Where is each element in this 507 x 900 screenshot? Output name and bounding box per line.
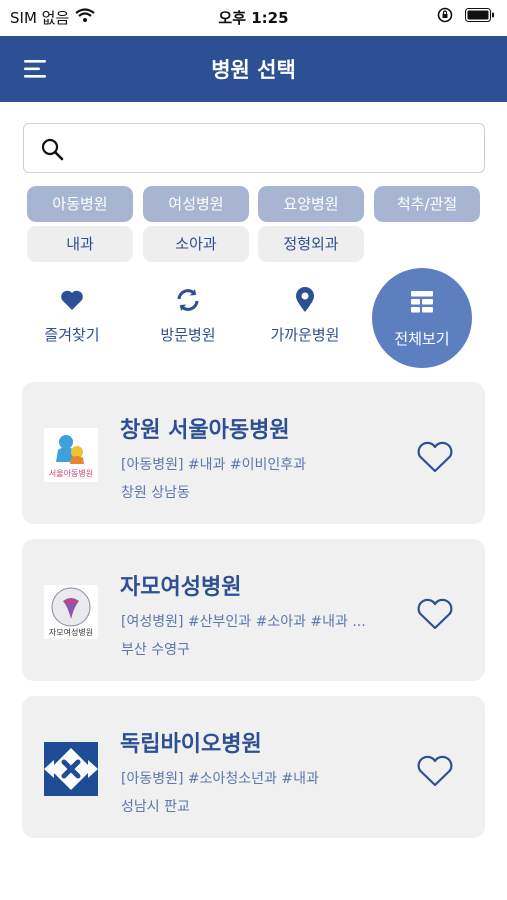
page-title: 병원 선택: [211, 58, 296, 82]
hospital-logo: 서울아동병원: [44, 428, 98, 482]
orientation-lock-icon: [437, 7, 453, 27]
chip-women-hospital[interactable]: 여성병원: [143, 186, 249, 222]
chip-internal-medicine[interactable]: 내과: [27, 226, 133, 262]
quick-favorites[interactable]: 즐겨찾기: [17, 282, 127, 345]
hospital-card[interactable]: 자모여성병원 자모여성병원 [여성병원] #산부인과 #소아과 #내과 ... …: [22, 539, 485, 681]
status-time: 오후 1:25: [218, 9, 289, 27]
hospital-card[interactable]: 서울아동병원 창원 서울아동병원 [아동병원] #내과 #이비인후과 창원 상남…: [22, 382, 485, 524]
quick-view-all-label: 전체보기: [394, 330, 450, 348]
hospital-location: 창원 상남동: [121, 485, 190, 501]
hospital-location: 부산 수영구: [121, 642, 190, 658]
chip-spine-joint[interactable]: 척추/관절: [374, 186, 480, 222]
favorite-heart-icon[interactable]: [416, 440, 454, 474]
hospital-tags: [아동병원] #내과 #이비인후과: [121, 457, 306, 473]
hospital-location: 성남시 판교: [121, 799, 190, 815]
quick-favorites-label: 즐겨찾기: [44, 326, 100, 344]
quick-visited[interactable]: 방문병원: [133, 282, 243, 345]
quick-view-all[interactable]: 전체보기: [372, 268, 472, 368]
hospital-logo: [44, 742, 98, 796]
hospital-logo: 자모여성병원: [44, 585, 98, 639]
hospital-tags: [여성병원] #산부인과 #소아과 #내과 ...: [121, 614, 366, 630]
quick-nearby[interactable]: 가까운병원: [250, 282, 360, 345]
status-right: [437, 7, 495, 27]
search-input[interactable]: [76, 132, 471, 164]
logo-text: 서울아동병원: [49, 468, 93, 478]
quick-visited-label: 방문병원: [160, 326, 216, 344]
chip-orthopedics[interactable]: 정형외과: [258, 226, 364, 262]
battery-icon: [465, 8, 495, 26]
status-bar: SIM 없음 오후 1:25: [0, 0, 507, 34]
quick-nearby-label: 가까운병원: [270, 326, 340, 344]
favorite-heart-icon[interactable]: [416, 754, 454, 788]
hospital-card[interactable]: 독립바이오병원 [아동병원] #소아청소년과 #내과 성남시 판교: [22, 696, 485, 838]
favorite-heart-icon[interactable]: [416, 597, 454, 631]
hospital-tags: [아동병원] #소아청소년과 #내과: [121, 771, 319, 787]
refresh-icon: [133, 282, 243, 318]
search-box[interactable]: [23, 123, 485, 173]
list-view-icon: [372, 290, 472, 316]
chip-pediatrics[interactable]: 소아과: [143, 226, 249, 262]
hospital-name: 독립바이오병원: [120, 732, 262, 757]
heart-filled-icon: [17, 282, 127, 318]
chip-nursing-hospital[interactable]: 요양병원: [258, 186, 364, 222]
location-pin-icon: [250, 282, 360, 318]
hospital-name: 자모여성병원: [120, 575, 242, 600]
chip-children-hospital[interactable]: 아동병원: [27, 186, 133, 222]
hospital-name: 창원 서울아동병원: [120, 418, 290, 443]
logo-text: 자모여성병원: [49, 627, 93, 637]
app-header: 병원 선택: [0, 36, 507, 102]
search-icon: [40, 137, 64, 165]
